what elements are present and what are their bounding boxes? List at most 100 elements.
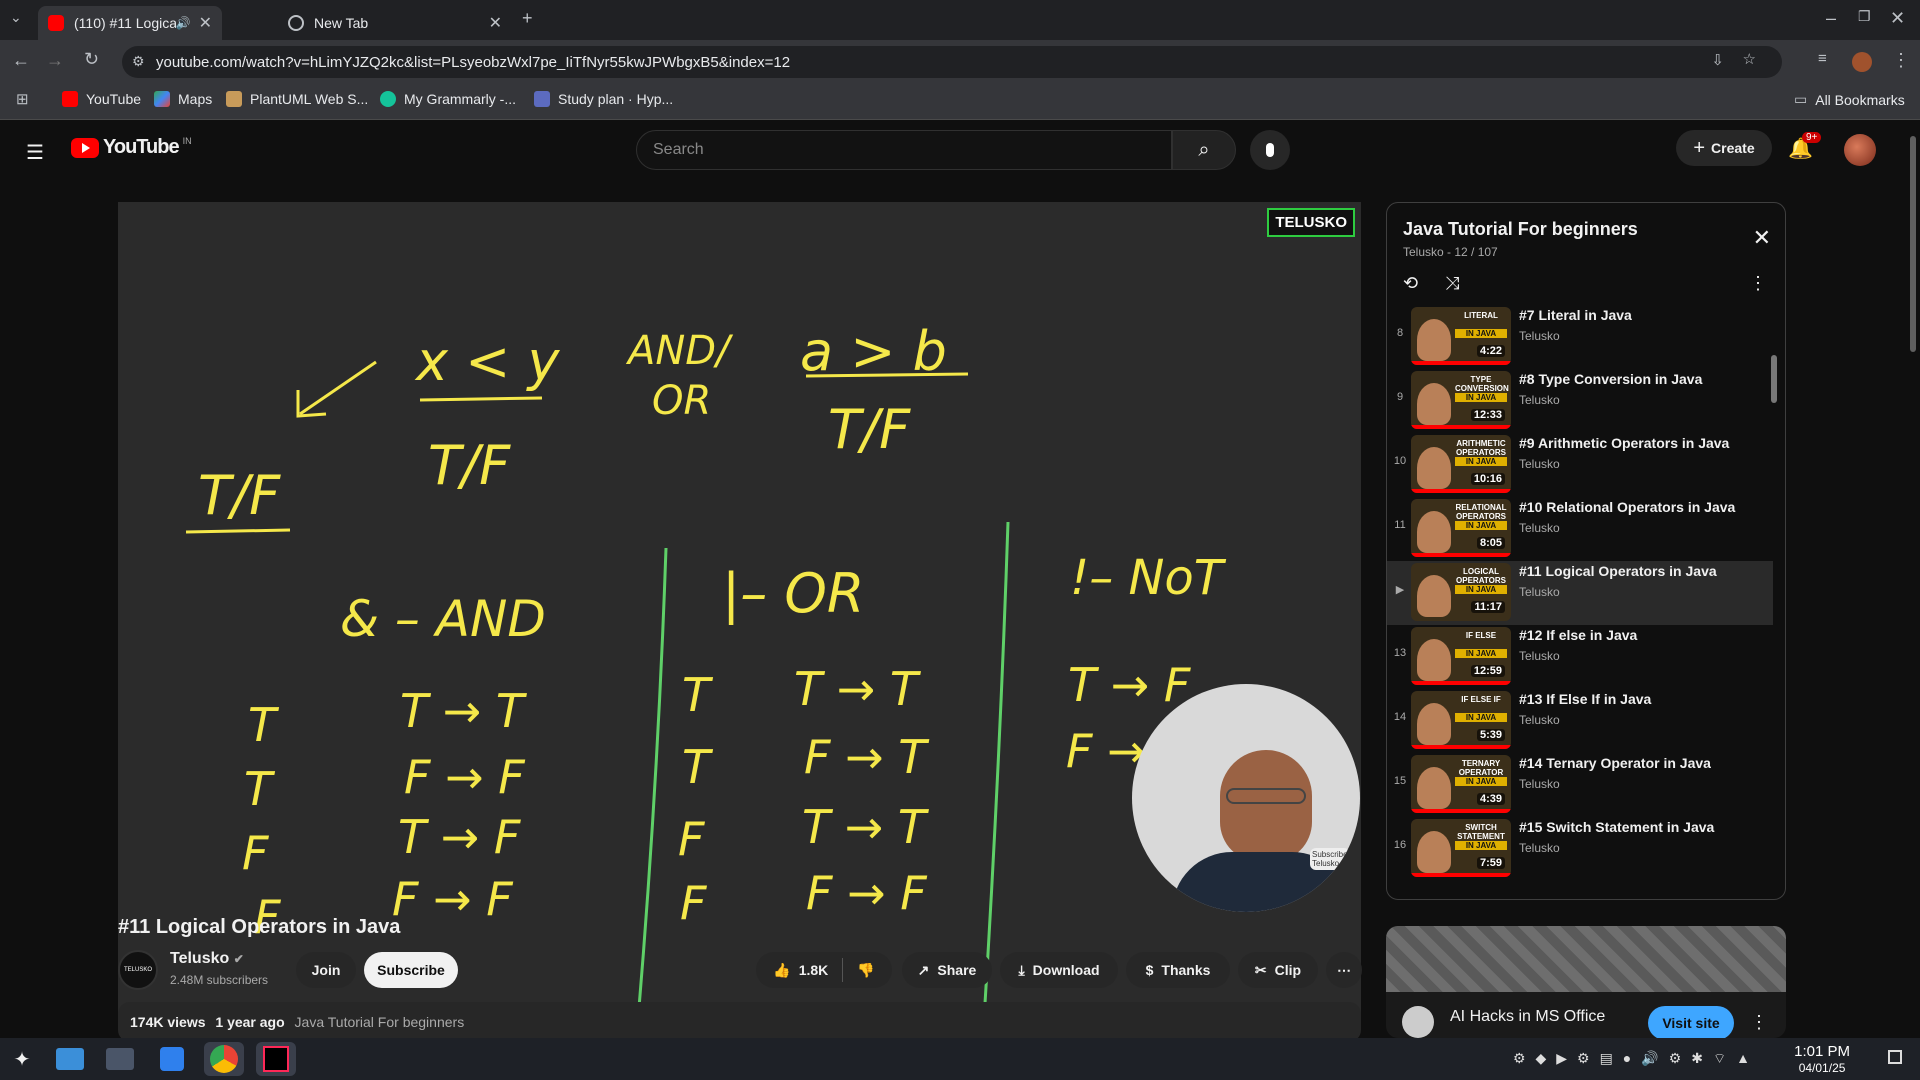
clip-button[interactable]: ✂ Clip — [1238, 952, 1318, 988]
channel-avatar[interactable]: TELUSKO — [118, 950, 158, 990]
file-manager-icon[interactable] — [50, 1042, 90, 1076]
playlist-item-duration: 4:22 — [1476, 345, 1505, 357]
playlist-item[interactable]: 9 TYPE CONVERSION IN JAVA 12:33 #8 Type Conv… — [1387, 369, 1773, 433]
install-icon[interactable]: ⇩ — [1711, 51, 1724, 69]
store-icon[interactable] — [152, 1042, 192, 1076]
playlist-item-duration: 12:59 — [1470, 665, 1505, 677]
all-bookmarks[interactable]: ▭ All Bookmarks — [1794, 91, 1905, 108]
playlist-item[interactable]: 13 IF ELSE IN JAVA 12:59 #12 If else in Java… — [1387, 625, 1773, 689]
playlist-item-channel: Telusko — [1519, 585, 1560, 599]
download-button[interactable]: ⤓ Download — [1000, 952, 1118, 988]
subscribe-button[interactable]: Subscribe — [364, 952, 458, 988]
thumbnail-presenter — [1417, 383, 1451, 425]
bookmark-maps[interactable]: Maps — [154, 91, 212, 107]
description-box[interactable]: 174K views 1 year ago Java Tutorial For … — [118, 1002, 1361, 1042]
tab-close-icon[interactable]: ✕ — [489, 13, 502, 33]
playlist-item[interactable]: 14 IF ELSE IF IN JAVA 5:39 #13 If Else If in… — [1387, 689, 1773, 753]
search-button[interactable]: ⌕ — [1172, 130, 1236, 170]
address-bar[interactable]: ⚙ youtube.com/watch?v=hLimYJZQ2kc&list=P… — [122, 46, 1782, 78]
forward-icon[interactable]: → — [46, 50, 64, 71]
visit-site-button[interactable]: Visit site — [1648, 1006, 1734, 1038]
show-desktop-icon[interactable] — [1888, 1050, 1902, 1064]
chrome-icon[interactable] — [204, 1042, 244, 1076]
profile-avatar[interactable] — [1852, 52, 1872, 72]
playlist-item-thumbnail: IF ELSE IN JAVA 12:59 — [1411, 627, 1511, 685]
tab-youtube[interactable]: (110) #11 Logical Opera 🔊 ✕ — [38, 6, 222, 40]
search-input[interactable]: Search — [636, 130, 1172, 170]
close-playlist-icon[interactable]: ✕ — [1753, 225, 1771, 251]
system-tray[interactable]: ⚙◆▶⚙▤●🔊⚙✱⌔▲ — [1513, 1050, 1760, 1068]
playlist-link[interactable]: Java Tutorial For beginners — [295, 1014, 465, 1030]
hamburger-menu-icon[interactable]: ☰ — [26, 140, 44, 165]
thumbnail-label: LITERAL — [1464, 311, 1498, 320]
playlist-item[interactable]: 15 TERNARY OPERATOR IN JAVA 4:39 #14 Ternary… — [1387, 753, 1773, 817]
launcher-icon[interactable]: ✦ — [2, 1042, 42, 1076]
playlist-menu-icon[interactable]: ⋮ — [1749, 273, 1767, 294]
media-control-icon[interactable]: ≡ — [1818, 50, 1827, 67]
thumbnail-tag: IN JAVA — [1455, 777, 1507, 786]
share-button[interactable]: ↗ Share — [902, 952, 992, 988]
playlist-item[interactable]: 11 RELATIONAL OPERATORS IN JAVA 8:05 #10 Rel… — [1387, 497, 1773, 561]
back-icon[interactable]: ← — [12, 50, 30, 71]
voice-search-button[interactable] — [1250, 130, 1290, 170]
tab-close-icon[interactable]: ✕ — [199, 13, 212, 33]
playlist-item[interactable]: 8 LITERAL IN JAVA 4:22 #7 Literal in Java Tel… — [1387, 305, 1773, 369]
chrome-menu-icon[interactable]: ⋮ — [1892, 50, 1910, 71]
bookmark-study-plan[interactable]: Study plan · Hyp... — [534, 91, 673, 107]
system-settings-icon[interactable] — [100, 1042, 140, 1076]
more-actions-button[interactable]: ⋯ — [1326, 952, 1362, 988]
playlist-item[interactable]: ▶ LOGICAL OPERATORS IN JAVA 11:17 #11 Logica… — [1387, 561, 1773, 625]
and-row-b: F → F — [404, 750, 525, 804]
channel-name[interactable]: Telusko ✔ — [170, 950, 244, 968]
playlist-item[interactable]: 16 SWITCH STATEMENT IN JAVA 7:59 #15 Switch … — [1387, 817, 1773, 881]
ad-menu-icon[interactable]: ⋮ — [1750, 1012, 1768, 1033]
clock[interactable]: 1:01 PM 04/01/25 — [1794, 1044, 1850, 1076]
playlist-item[interactable]: 10 ARITHMETIC OPERATORS IN JAVA 10:16 #9 Ari… — [1387, 433, 1773, 497]
tab-new-tab[interactable]: New Tab ✕ — [278, 6, 512, 40]
playlist-item-channel: Telusko — [1519, 777, 1560, 791]
window-close-icon[interactable]: ✕ — [1890, 8, 1905, 29]
thumbnail-tag: IN JAVA — [1455, 585, 1507, 594]
shuffle-icon[interactable]: ⤨ — [1445, 273, 1459, 294]
board-tf-right: T/F — [828, 398, 911, 461]
thumbnail-label: IF ELSE IF — [1461, 695, 1501, 704]
site-info-icon[interactable]: ⚙ — [132, 53, 145, 70]
bookmark-star-icon[interactable]: ☆ — [1743, 50, 1756, 68]
playlist-item-channel: Telusko — [1519, 841, 1560, 855]
loop-icon[interactable]: ⟲ — [1403, 273, 1418, 294]
playlist-title[interactable]: Java Tutorial For beginners — [1403, 219, 1638, 240]
notifications-button[interactable]: 🔔 9+ — [1788, 132, 1822, 164]
playlist-item-thumbnail: SWITCH STATEMENT IN JAVA 7:59 — [1411, 819, 1511, 877]
scrollbar-thumb[interactable] — [1910, 136, 1916, 352]
speaker-icon[interactable]: 🔊 — [176, 16, 191, 30]
new-tab-icon[interactable]: + — [522, 8, 533, 29]
youtube-logo[interactable]: YouTube IN — [71, 136, 192, 159]
reload-icon[interactable]: ↻ — [84, 49, 99, 70]
sponsored-ad[interactable]: AI Hacks in MS Office Visit site ⋮ — [1386, 926, 1786, 1038]
video-player[interactable]: TELUSKO x < y AND/ OR a > b T/F T/F T/F … — [118, 202, 1361, 1020]
bookmarks-bar: ⊞ YouTube Maps PlantUML Web S... My Gram… — [0, 82, 1920, 120]
playlist-item-channel: Telusko — [1519, 457, 1560, 471]
thumbs-down-icon: 👎 — [857, 961, 875, 978]
apps-grid-icon[interactable]: ⊞ — [16, 90, 29, 108]
url-text: youtube.com/watch?v=hLimYJZQ2kc&list=PLs… — [156, 53, 791, 71]
video-title: #11 Logical Operators in Java — [118, 916, 401, 938]
restore-icon[interactable]: ❐ — [1858, 8, 1871, 25]
dislike-button[interactable]: 👎 — [857, 962, 874, 979]
bookmark-youtube[interactable]: YouTube — [62, 91, 141, 107]
thanks-button[interactable]: $ Thanks — [1126, 952, 1230, 988]
like-button[interactable]: 👍 1.8K — [773, 962, 828, 979]
minimize-icon[interactable]: – — [1826, 8, 1836, 29]
playlist-item-index: 13 — [1393, 647, 1407, 659]
account-avatar[interactable] — [1844, 134, 1876, 166]
tab-search-icon[interactable]: ⌄ — [10, 9, 22, 26]
intellij-icon[interactable] — [256, 1042, 296, 1076]
playlist-item-duration: 5:39 — [1476, 729, 1505, 741]
page-scrollbar[interactable] — [1906, 120, 1920, 1038]
join-button[interactable]: Join — [296, 952, 356, 988]
bookmark-grammarly[interactable]: My Grammarly -... — [380, 91, 516, 107]
create-button[interactable]: + Create — [1676, 130, 1772, 166]
bookmark-plantuml[interactable]: PlantUML Web S... — [226, 91, 368, 107]
playlist-item-title: #9 Arithmetic Operators in Java — [1519, 435, 1730, 451]
and-row-b: T → F — [398, 810, 521, 864]
